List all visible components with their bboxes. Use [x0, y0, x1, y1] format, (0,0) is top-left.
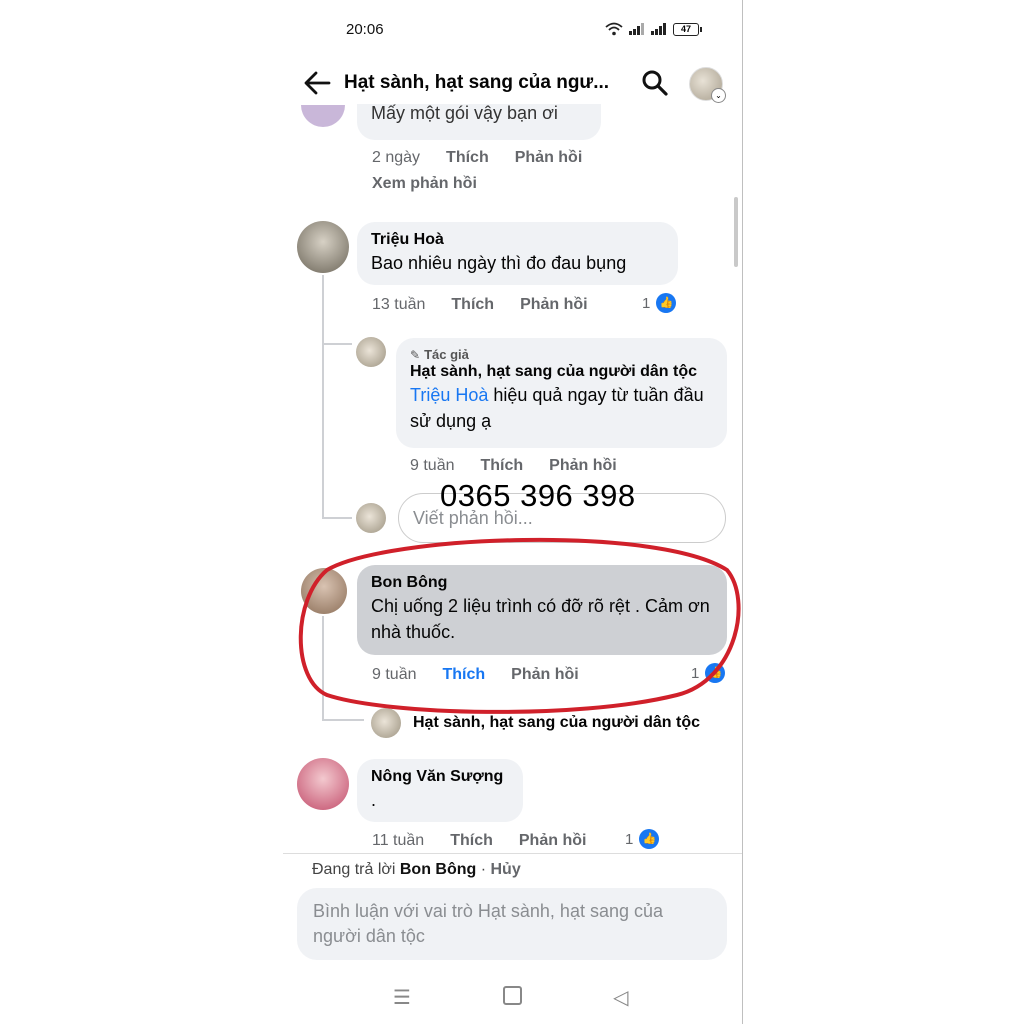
commenter-name[interactable]: Triệu Hoà: [371, 230, 664, 250]
reaction-number: 1: [642, 294, 651, 312]
comment-composer[interactable]: Bình luận với vai trò Hạt sành, hạt sang…: [297, 888, 727, 960]
comment-meta: 11 tuần Thích Phản hồi: [372, 832, 586, 850]
signal-icon-2: [651, 23, 666, 35]
author-badge-label: Tác giả: [424, 347, 469, 362]
phone-screen: 20:06 47 Hạt sành, hạt sang của ngư... ⌄…: [283, 0, 742, 1024]
search-icon[interactable]: [641, 69, 669, 97]
comment-meta: 13 tuần Thích Phản hồi: [372, 296, 588, 314]
home-icon[interactable]: [503, 986, 522, 1005]
commenter-name[interactable]: Hạt sành, hạt sang của người dân tộc: [410, 362, 713, 382]
reply-author[interactable]: Hạt sành, hạt sang của người dân tộc: [413, 713, 700, 733]
thumbs-up-icon: 👍: [656, 293, 677, 313]
cancel-reply-button[interactable]: Hủy: [491, 861, 521, 878]
avatar: [301, 105, 345, 127]
like-button[interactable]: Thích: [480, 457, 523, 475]
back-nav-icon[interactable]: ◁: [613, 985, 628, 1010]
page-title: Hạt sành, hạt sang của ngư...: [344, 72, 610, 93]
overlay-phone-number: 0365 396 398: [440, 478, 636, 513]
like-button[interactable]: Thích: [450, 832, 493, 850]
comment-text: Bao nhiêu ngày thì đo đau bụng: [371, 253, 627, 273]
comment-time: 2 ngày: [372, 149, 421, 166]
comment-bubble: Triệu Hoà Bao nhiêu ngày thì đo đau bụng: [357, 222, 678, 285]
phone-edge: [742, 0, 743, 1024]
thread-line: [322, 345, 324, 517]
scrollbar[interactable]: [734, 197, 738, 267]
reaction-count[interactable]: 1 👍: [625, 829, 660, 849]
author-badge: ✎ Tác giả: [410, 347, 713, 362]
avatar: [297, 221, 349, 273]
thread-line: [322, 719, 364, 721]
reaction-number: 1: [625, 830, 634, 848]
status-icons: 47: [605, 22, 702, 36]
thread-line: [322, 275, 324, 345]
menu-icon[interactable]: ☰: [393, 985, 411, 1010]
commenter-name[interactable]: Nông Văn Sượng: [371, 767, 509, 787]
avatar: [356, 337, 386, 367]
comment-text: .: [371, 790, 377, 810]
reaction-count[interactable]: 1 👍: [642, 293, 677, 313]
avatar: [297, 758, 349, 810]
reply-button[interactable]: Phản hồi: [515, 149, 583, 167]
replying-prefix: Đang trả lời: [312, 861, 400, 878]
mention-link[interactable]: Triệu Hoà: [410, 385, 488, 405]
battery-icon: 47: [673, 22, 702, 36]
reply-bubble: ✎ Tác giả Hạt sành, hạt sang của người d…: [396, 338, 727, 448]
signal-icon: [629, 23, 644, 35]
like-button[interactable]: Thích: [446, 149, 489, 167]
thread-line: [322, 343, 352, 345]
status-time: 20:06: [346, 21, 384, 38]
comment-meta: 9 tuần Thích Phản hồi: [410, 457, 617, 475]
like-button[interactable]: Thích: [451, 296, 494, 314]
replying-to-bar: Đang trả lời Bon Bông · Hủy: [312, 861, 521, 879]
chevron-down-icon[interactable]: ⌄: [711, 88, 726, 103]
comment-text: Mấy một gói vậy bạn ơi: [371, 103, 558, 123]
wifi-icon: [605, 22, 623, 36]
comment-text: Triệu Hoà hiệu quả ngay từ tuần đầu sử d…: [410, 382, 713, 434]
comment-time: 13 tuần: [372, 296, 426, 313]
comment-meta: 2 ngày Thích Phản hồi: [372, 149, 582, 167]
divider: [283, 853, 742, 854]
thread-line: [322, 517, 352, 519]
back-arrow-icon[interactable]: [303, 68, 331, 98]
comment-time: 11 tuần: [372, 832, 425, 849]
comment-bubble: Mấy một gói vậy bạn ơi: [357, 103, 601, 140]
replying-name: Bon Bông: [399, 861, 477, 878]
comment-bubble: Nông Văn Sượng .: [357, 759, 523, 822]
separator: ·: [476, 861, 491, 878]
reply-button[interactable]: Phản hồi: [549, 457, 617, 475]
view-replies-link[interactable]: Xem phản hồi: [372, 175, 477, 193]
comment-time: 9 tuần: [410, 457, 455, 474]
reply-button[interactable]: Phản hồi: [520, 296, 588, 314]
reply-button[interactable]: Phản hồi: [519, 832, 587, 850]
highlight-ring: [298, 537, 741, 714]
pencil-icon: ✎: [410, 347, 421, 362]
avatar: [356, 503, 386, 533]
thumbs-up-icon: 👍: [639, 829, 660, 849]
